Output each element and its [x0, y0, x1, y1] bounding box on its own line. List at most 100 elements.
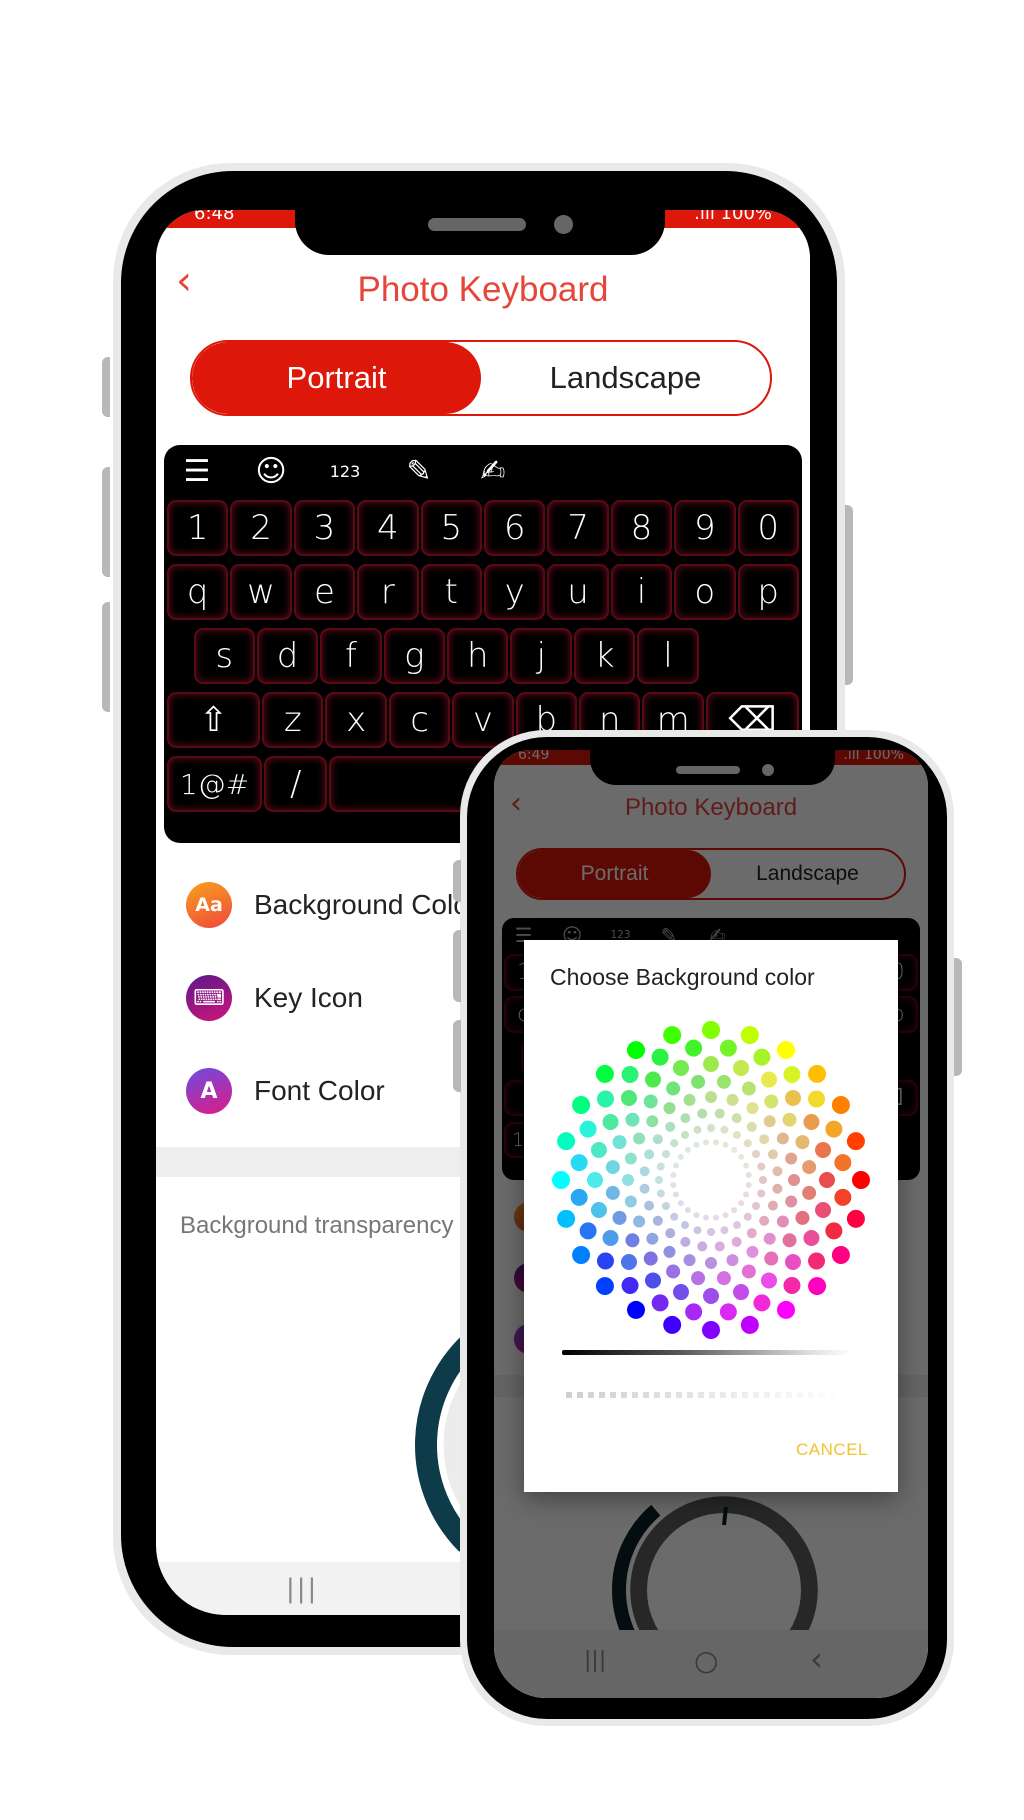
color-swatch-dot[interactable]: [661, 1202, 670, 1210]
key-y[interactable]: y: [483, 564, 546, 620]
color-swatch-dot[interactable]: [740, 1315, 759, 1334]
key-h[interactable]: h: [447, 628, 509, 684]
color-swatch-dot[interactable]: [767, 1200, 778, 1211]
key-t[interactable]: t: [420, 564, 482, 620]
color-swatch-dot[interactable]: [803, 1114, 820, 1130]
color-swatch-dot[interactable]: [624, 1195, 637, 1208]
color-swatch-dot[interactable]: [825, 1222, 843, 1240]
color-swatch-dot[interactable]: [590, 1202, 607, 1219]
color-swatch-dot[interactable]: [665, 1121, 676, 1132]
color-swatch-dot[interactable]: [651, 1294, 669, 1312]
color-swatch-dot[interactable]: [743, 1191, 750, 1198]
key-w[interactable]: w: [230, 564, 292, 620]
color-swatch-dot[interactable]: [834, 1154, 852, 1172]
color-swatch-dot[interactable]: [683, 1093, 696, 1106]
color-swatch-dot[interactable]: [720, 1125, 729, 1134]
color-swatch-dot[interactable]: [703, 1288, 719, 1304]
color-swatch-dot[interactable]: [746, 1228, 757, 1239]
settings-item-key-icon[interactable]: ⌨ Key Icon: [186, 975, 363, 1021]
color-swatch-dot[interactable]: [802, 1160, 817, 1175]
color-swatch-dot[interactable]: [587, 1172, 603, 1188]
color-swatch-dot[interactable]: [743, 1139, 752, 1148]
color-swatch-dot[interactable]: [683, 1254, 696, 1267]
key-x[interactable]: x: [325, 692, 387, 748]
color-swatch-dot[interactable]: [733, 1284, 750, 1301]
color-swatch-dot[interactable]: [621, 1065, 639, 1083]
key-/[interactable]: /: [264, 756, 328, 812]
emoji-icon[interactable]: ☺: [255, 454, 286, 489]
color-swatch-dot[interactable]: [777, 1041, 795, 1060]
color-swatch-dot[interactable]: [670, 1212, 679, 1221]
key-1@#[interactable]: 1@#: [167, 756, 263, 812]
color-swatch-dot[interactable]: [627, 1300, 645, 1319]
color-swatch-dot[interactable]: [672, 1191, 679, 1198]
color-swatch-dot[interactable]: [716, 1271, 731, 1286]
tab-landscape[interactable]: Landscape: [481, 342, 770, 414]
color-swatch-dot[interactable]: [803, 1230, 820, 1246]
color-swatch-dot[interactable]: [656, 1189, 665, 1198]
color-swatch-dot[interactable]: [707, 1228, 715, 1236]
color-swatch-dot[interactable]: [684, 1207, 691, 1214]
color-swatch-dot[interactable]: [557, 1209, 576, 1228]
color-swatch-dot[interactable]: [783, 1277, 801, 1295]
color-swatch-dot[interactable]: [579, 1120, 597, 1138]
color-swatch-dot[interactable]: [620, 1254, 637, 1271]
menu-icon[interactable]: ☰: [182, 454, 212, 489]
color-swatch-dot[interactable]: [697, 1108, 708, 1119]
color-swatch-dot[interactable]: [759, 1176, 767, 1184]
color-swatch-dot[interactable]: [590, 1141, 607, 1158]
key-7[interactable]: 7: [547, 500, 609, 556]
color-swatch-dot[interactable]: [645, 1272, 661, 1289]
color-swatch-dot[interactable]: [752, 1150, 761, 1158]
color-swatch-dot[interactable]: [656, 1162, 665, 1171]
color-swatch-dot[interactable]: [772, 1183, 783, 1194]
cancel-button[interactable]: CANCEL: [796, 1440, 868, 1460]
color-swatch-dot[interactable]: [831, 1096, 850, 1114]
color-swatch-dot[interactable]: [651, 1048, 669, 1066]
color-swatch-dot[interactable]: [666, 1081, 681, 1096]
color-swatch-dot[interactable]: [685, 1303, 703, 1321]
color-swatch-dot[interactable]: [785, 1254, 802, 1271]
color-swatch-dot[interactable]: [808, 1277, 827, 1296]
color-swatch-dot[interactable]: [777, 1300, 795, 1319]
color-swatch-dot[interactable]: [719, 1039, 737, 1057]
key-r[interactable]: r: [357, 564, 419, 620]
color-swatch-dot[interactable]: [602, 1230, 619, 1246]
color-swatch-dot[interactable]: [595, 1277, 614, 1296]
color-swatch-dot[interactable]: [663, 1245, 676, 1258]
color-swatch-dot[interactable]: [714, 1241, 725, 1252]
color-swatch-dot[interactable]: [579, 1222, 597, 1240]
color-swatch-dot[interactable]: [738, 1153, 745, 1160]
color-swatch-dot[interactable]: [741, 1081, 756, 1096]
color-swatch-dot[interactable]: [677, 1200, 684, 1207]
color-swatch-dot[interactable]: [644, 1200, 655, 1211]
color-swatch-dot[interactable]: [663, 1102, 676, 1115]
color-swatch-dot[interactable]: [720, 1226, 729, 1235]
color-swatch-dot[interactable]: [661, 1150, 670, 1158]
color-swatch-dot[interactable]: [670, 1139, 679, 1148]
color-swatch-dot[interactable]: [645, 1071, 661, 1088]
color-swatch-dot[interactable]: [782, 1233, 797, 1248]
theme-brush-icon[interactable]: ✎: [404, 454, 434, 489]
color-swatch-dot[interactable]: [767, 1149, 778, 1160]
color-swatch-dot[interactable]: [670, 1181, 677, 1188]
color-swatch-dot[interactable]: [652, 1215, 663, 1226]
color-swatch-dot[interactable]: [776, 1215, 789, 1228]
color-swatch-dot[interactable]: [783, 1065, 801, 1083]
color-swatch-dot[interactable]: [643, 1251, 658, 1266]
key-d[interactable]: d: [256, 628, 319, 684]
color-swatch-dot[interactable]: [712, 1139, 719, 1146]
color-swatch-dot[interactable]: [719, 1303, 737, 1321]
color-swatch-dot[interactable]: [722, 1212, 729, 1219]
key-o[interactable]: o: [674, 564, 736, 620]
color-swatch-dot[interactable]: [703, 1214, 710, 1221]
color-swatch-dot[interactable]: [815, 1141, 832, 1158]
color-swatch-dot[interactable]: [745, 1172, 752, 1179]
color-swatch-dot[interactable]: [764, 1094, 779, 1109]
shift-key[interactable]: ⇧: [167, 692, 261, 748]
color-swatch-dot[interactable]: [808, 1090, 826, 1108]
color-swatch-dot[interactable]: [761, 1272, 777, 1289]
color-swatch-dot[interactable]: [595, 1064, 614, 1083]
color-swatch-dot[interactable]: [746, 1121, 757, 1132]
color-swatch-dot[interactable]: [627, 1041, 645, 1060]
